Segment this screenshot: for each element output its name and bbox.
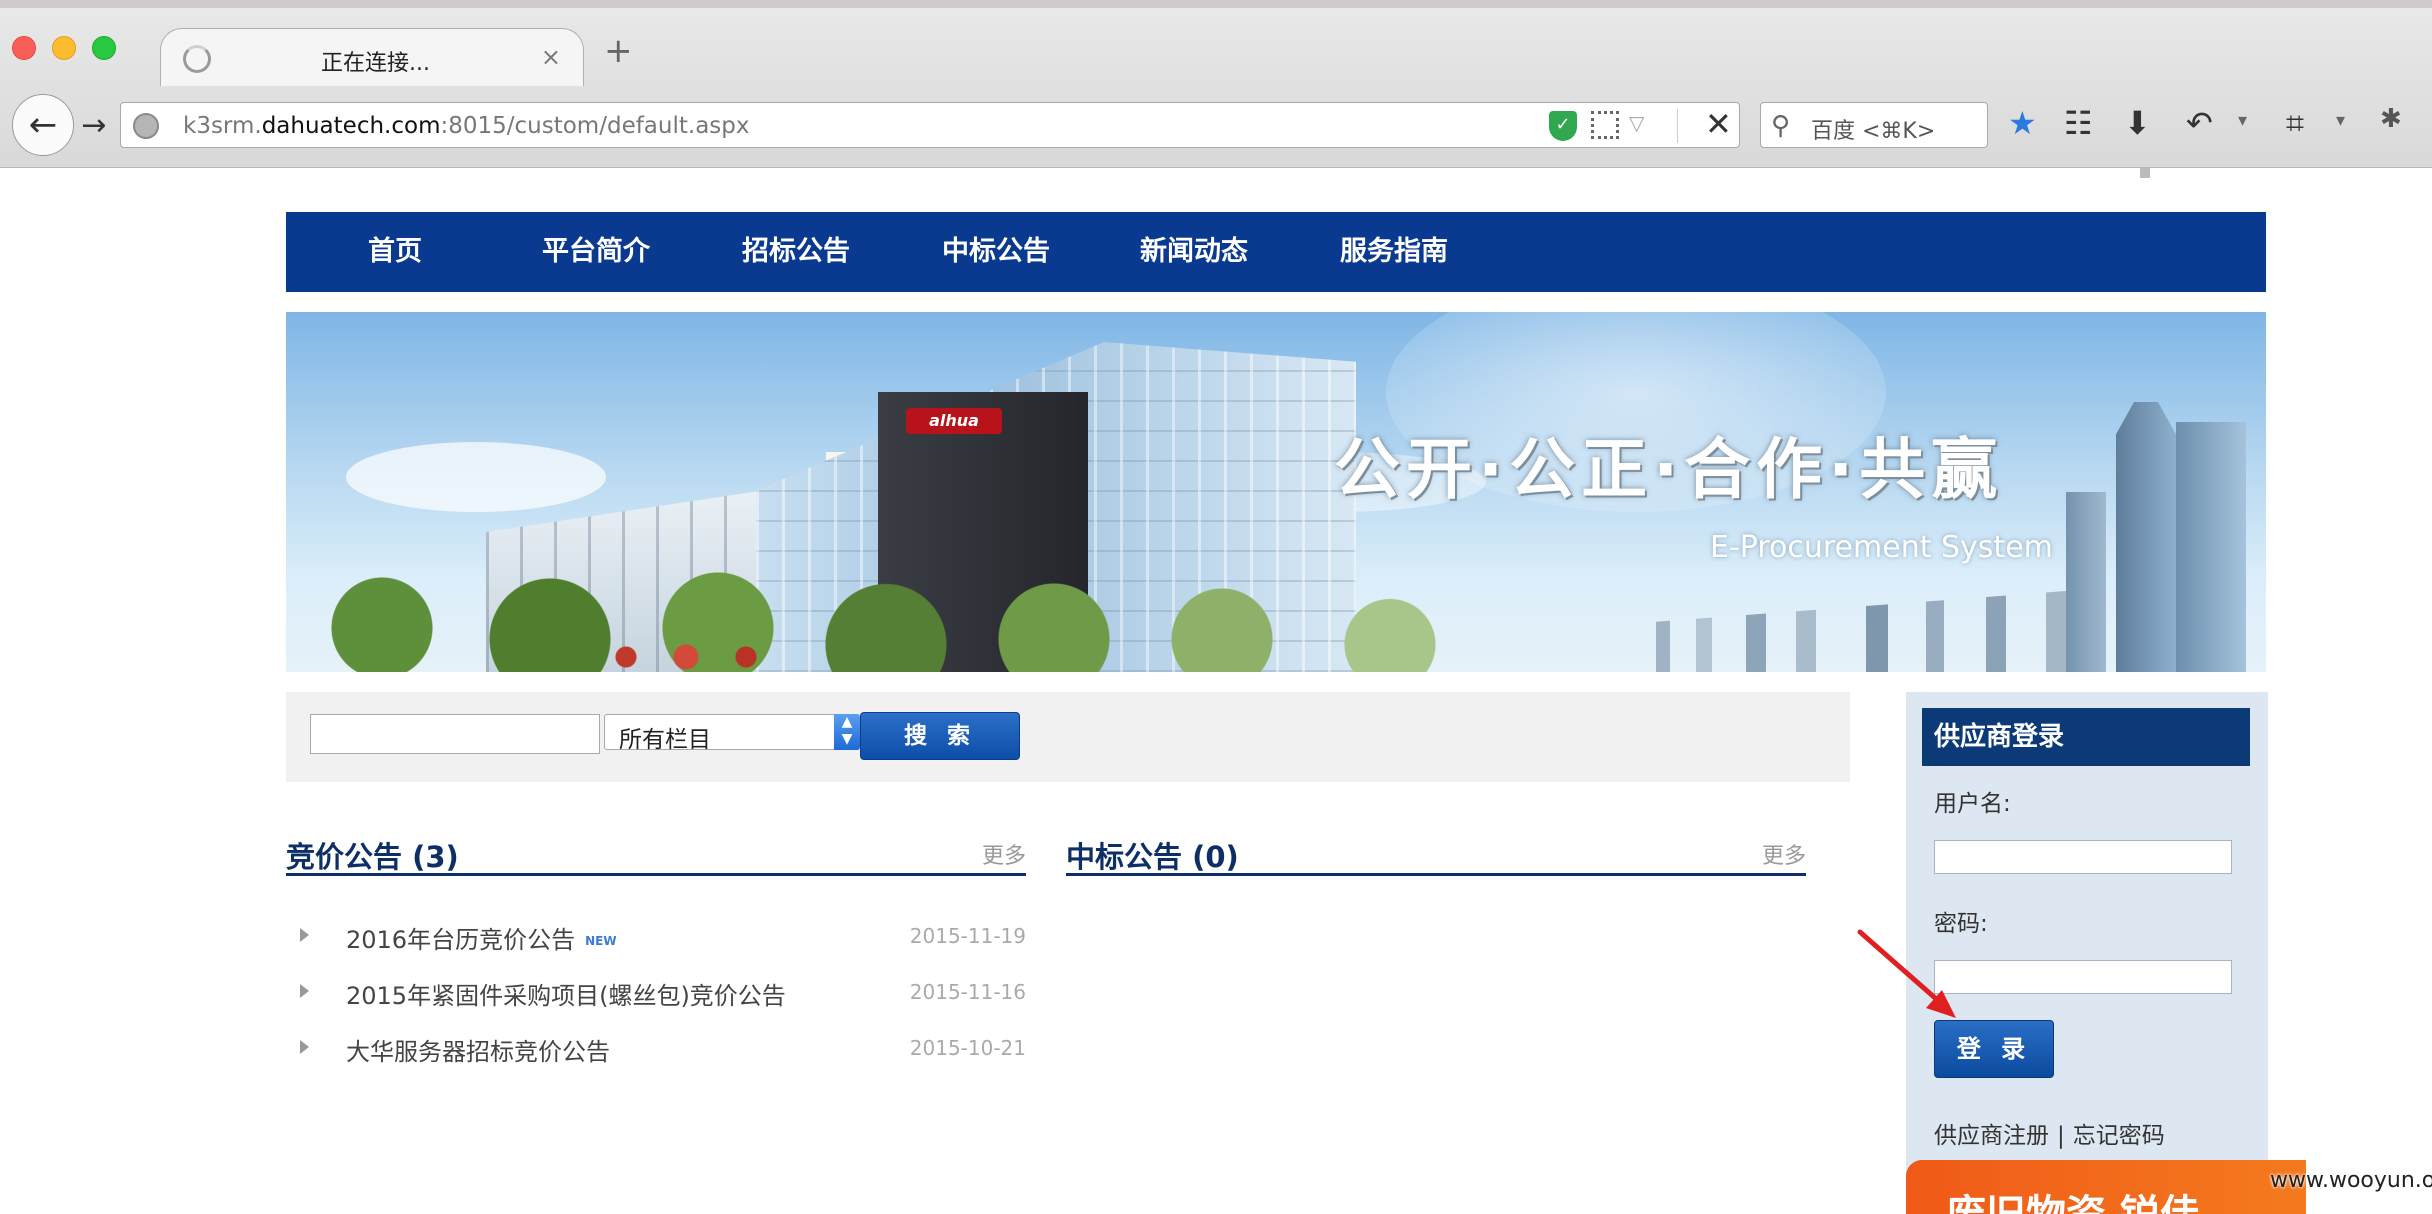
crop-icon[interactable]: ⌗ bbox=[2286, 104, 2304, 143]
login-links: 供应商注册 | 忘记密码 bbox=[1934, 1116, 2165, 1150]
reading-list-icon[interactable]: ☷ bbox=[2064, 104, 2093, 142]
url-bar[interactable]: k3srm.dahuatech.com:8015/custom/default.… bbox=[120, 102, 1740, 148]
list-item-date: 2015-10-21 bbox=[909, 1036, 1026, 1060]
skyscraper bbox=[2116, 402, 2176, 672]
trees bbox=[286, 562, 1486, 672]
page-content: 首页 平台简介 招标公告 中标公告 新闻动态 服务指南 alhua 公开·公正·… bbox=[0, 168, 2432, 1214]
award-section-title: 中标公告 (0) bbox=[1066, 840, 1239, 874]
browser-tab[interactable]: 正在连接... × bbox=[160, 28, 584, 86]
list-item-date: 2015-11-16 bbox=[909, 980, 1026, 1004]
search-bar[interactable]: ⚲ 百度 <⌘K> bbox=[1760, 102, 1988, 148]
list-item[interactable]: 大华服务器招标竞价公告 2015-10-21 bbox=[286, 1032, 1026, 1072]
nav-item-about[interactable]: 平台简介 bbox=[542, 212, 650, 292]
url-text[interactable]: k3srm.dahuatech.com:8015/custom/default.… bbox=[183, 113, 750, 139]
tab-close-icon[interactable]: × bbox=[541, 43, 561, 71]
bug-icon[interactable]: ✱ bbox=[2380, 104, 2402, 134]
list-item[interactable]: 2015年紧固件采购项目(螺丝包)竞价公告 2015-11-16 bbox=[286, 976, 1026, 1016]
nav-item-guide[interactable]: 服务指南 bbox=[1340, 212, 1448, 292]
browser-toolbar: ← → k3srm.dahuatech.com:8015/custom/defa… bbox=[0, 94, 2432, 160]
back-icon[interactable]: ← bbox=[12, 94, 74, 156]
link-separator: | bbox=[2057, 1123, 2065, 1149]
forgot-password-link[interactable]: 忘记密码 bbox=[2073, 1123, 2165, 1149]
cloud bbox=[346, 442, 606, 512]
banner-subtitle: E-Procurement System bbox=[1710, 530, 2053, 565]
bid-section-header: 竞价公告 (3) 更多 bbox=[286, 832, 1026, 876]
bullet-icon bbox=[300, 928, 309, 942]
skyscraper bbox=[2066, 492, 2106, 672]
main-nav: 首页 平台简介 招标公告 中标公告 新闻动态 服务指南 bbox=[286, 212, 2266, 292]
flowers bbox=[586, 642, 786, 672]
shield-icon[interactable]: ✓ bbox=[1549, 111, 1577, 141]
list-item-title[interactable]: 2015年紧固件采购项目(螺丝包)竞价公告 bbox=[346, 976, 786, 1011]
loading-spinner-icon bbox=[183, 45, 211, 73]
list-item-title[interactable]: 大华服务器招标竞价公告 bbox=[346, 1032, 610, 1067]
minimize-window-button[interactable] bbox=[52, 36, 76, 60]
new-badge: NEW bbox=[585, 934, 617, 948]
qr-code-icon[interactable] bbox=[1591, 111, 1619, 139]
username-input[interactable] bbox=[1934, 840, 2232, 874]
new-tab-icon[interactable]: + bbox=[604, 34, 633, 68]
url-separator bbox=[1677, 109, 1678, 143]
keyword-input[interactable] bbox=[310, 714, 600, 754]
username-label: 用户名: bbox=[1934, 791, 2011, 817]
promo-banner[interactable]: 废旧物资 锐佳 bbox=[1906, 1160, 2306, 1214]
watermark: www.wooyun.org bbox=[2270, 1168, 2432, 1193]
list-item-title[interactable]: 2016年台历竞价公告 NEW bbox=[346, 920, 617, 955]
category-select[interactable]: 所有栏目 ▲ ▼ bbox=[604, 714, 860, 753]
annotation-arrow-icon bbox=[1857, 929, 1956, 1018]
award-more-link[interactable]: 更多 bbox=[1762, 838, 1806, 870]
undo-icon[interactable]: ↶ bbox=[2186, 104, 2213, 142]
list-item[interactable]: 2016年台历竞价公告 NEW 2015-11-19 bbox=[286, 920, 1026, 960]
category-select-value: 所有栏目 bbox=[619, 727, 711, 753]
hero-banner: alhua 公开·公正·合作·共赢 E-Procurement System bbox=[286, 312, 2266, 672]
password-input[interactable] bbox=[1934, 960, 2232, 994]
bid-section-title: 竞价公告 (3) bbox=[286, 840, 459, 874]
bullet-icon bbox=[300, 984, 309, 998]
browser-chrome: 正在连接... × + ← → k3srm.dahuatech.com:8015… bbox=[0, 0, 2432, 168]
login-title: 供应商登录 bbox=[1922, 708, 2250, 766]
search-icon: ⚲ bbox=[1771, 111, 1791, 141]
window-top-strip bbox=[0, 0, 2432, 8]
dropdown-icon[interactable]: ▽ bbox=[1629, 111, 1644, 135]
award-section-header: 中标公告 (0) 更多 bbox=[1066, 832, 1806, 876]
select-arrows-icon[interactable]: ▲ ▼ bbox=[834, 714, 860, 750]
undo-dropdown-icon[interactable]: ▾ bbox=[2238, 110, 2247, 131]
download-icon[interactable]: ⬇ bbox=[2124, 104, 2151, 142]
bid-more-link[interactable]: 更多 bbox=[982, 838, 1026, 870]
banner-slogan: 公开·公正·合作·共赢 bbox=[1334, 431, 2004, 508]
tab-title: 正在连接... bbox=[321, 51, 430, 76]
promo-text: 废旧物资 锐佳 bbox=[1946, 1182, 2200, 1214]
stop-icon[interactable]: ✕ bbox=[1705, 105, 1732, 143]
search-panel: 所有栏目 ▲ ▼ 搜 索 bbox=[286, 692, 1850, 782]
crop-dropdown-icon[interactable]: ▾ bbox=[2336, 110, 2345, 131]
building-logo: alhua bbox=[906, 408, 1002, 434]
forward-icon[interactable]: → bbox=[74, 104, 114, 146]
globe-icon bbox=[133, 113, 159, 139]
search-placeholder: 百度 <⌘K> bbox=[1811, 119, 1936, 144]
nav-item-home[interactable]: 首页 bbox=[368, 212, 422, 292]
bullet-icon bbox=[300, 1040, 309, 1054]
list-item-date: 2015-11-19 bbox=[909, 924, 1026, 948]
nav-item-news[interactable]: 新闻动态 bbox=[1140, 212, 1248, 292]
close-window-button[interactable] bbox=[12, 36, 36, 60]
login-button[interactable]: 登 录 bbox=[1934, 1020, 2054, 1078]
skyscraper bbox=[2176, 422, 2246, 672]
register-link[interactable]: 供应商注册 bbox=[1934, 1123, 2049, 1149]
scroll-marker bbox=[2140, 168, 2150, 178]
zoom-window-button[interactable] bbox=[92, 36, 116, 60]
nav-item-tender[interactable]: 招标公告 bbox=[742, 212, 850, 292]
nav-item-award[interactable]: 中标公告 bbox=[942, 212, 1050, 292]
bookmark-star-icon[interactable]: ★ bbox=[2008, 104, 2037, 142]
search-button[interactable]: 搜 索 bbox=[860, 712, 1020, 760]
